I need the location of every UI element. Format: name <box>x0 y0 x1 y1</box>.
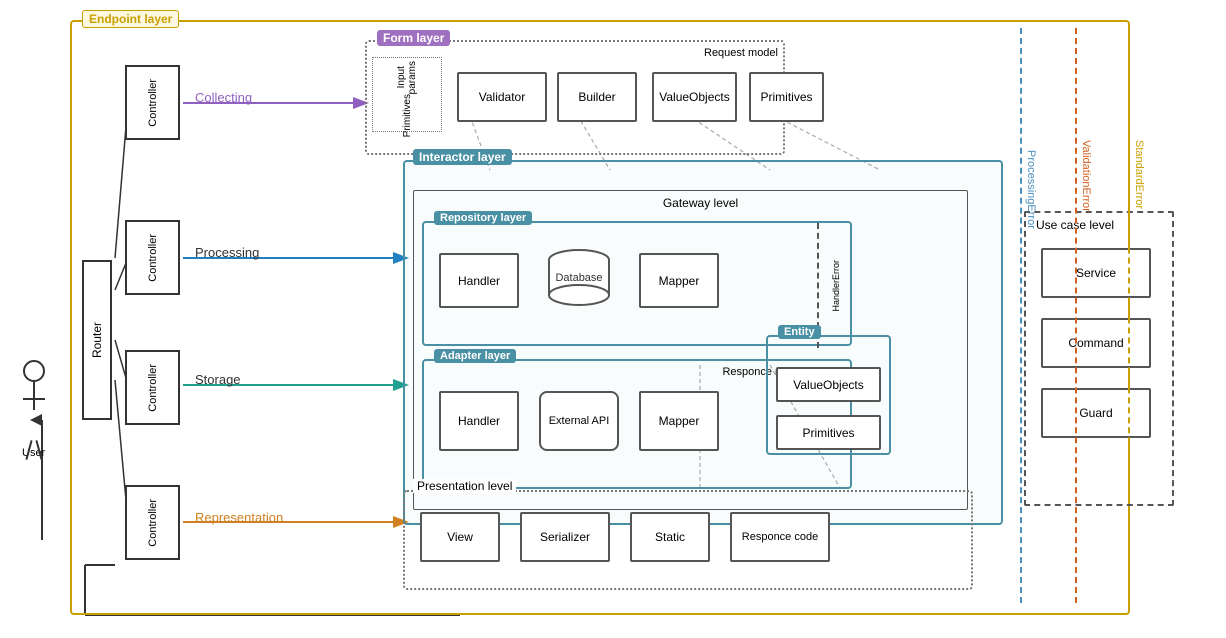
diagram-container: Endpoint layer User Router Controller Co… <box>10 10 1210 625</box>
form-layer: Form layer Input params Primitives Valid… <box>365 40 785 155</box>
mapper-adapter-box: Mapper <box>639 391 719 451</box>
primitives-req-box: Primitives <box>749 72 824 122</box>
validator-box: Validator <box>457 72 547 122</box>
mapper-repo-box: Mapper <box>639 253 719 308</box>
view-box: View <box>420 512 500 562</box>
row-label-representation: Representation <box>195 510 283 525</box>
usecase-level: Use case level Service Command Guard <box>1024 211 1174 506</box>
processing-error-line <box>1020 28 1022 603</box>
interactor-layer-label: Interactor layer <box>413 149 512 165</box>
entity-box: Entity ValueObjects Primitives <box>766 335 891 455</box>
standard-error-label: StandardError <box>1133 140 1145 209</box>
handler-repo-box: Handler <box>439 253 519 308</box>
repo-layer-label: Repository layer <box>434 211 532 225</box>
builder-box: Builder <box>557 72 637 122</box>
handler-error-box: HandlerError <box>817 223 852 348</box>
endpoint-layer-label: Endpoint layer <box>82 10 179 28</box>
svg-text:Database: Database <box>555 272 602 284</box>
database-box: Database <box>544 248 614 313</box>
router-label: Router <box>90 322 104 358</box>
controller-4: Controller <box>125 485 180 560</box>
controller-3: Controller <box>125 350 180 425</box>
processing-error-label: ProcessingError <box>1025 150 1037 229</box>
validation-error-line <box>1075 28 1077 603</box>
row-label-collecting: Collecting <box>195 90 252 105</box>
controller-2-label: Controller <box>147 234 159 282</box>
controller-1-label: Controller <box>147 79 159 127</box>
primitives-entity-box: Primitives <box>776 415 881 450</box>
entity-box-label: Entity <box>778 325 821 339</box>
command-box: Command <box>1041 318 1151 368</box>
valueobjects-form-box: ValueObjects <box>652 72 737 122</box>
row-label-processing: Processing <box>195 245 259 260</box>
service-box: Service <box>1041 248 1151 298</box>
primitives-form-label: Primitives <box>402 94 413 137</box>
router-box: Router <box>82 260 112 420</box>
input-params-label: Input params <box>396 61 418 94</box>
standard-error-line <box>1128 28 1130 603</box>
adapter-layer-label: Adapter layer <box>434 349 516 363</box>
controller-2: Controller <box>125 220 180 295</box>
valueobjects-entity-box: ValueObjects <box>776 367 881 402</box>
gateway-level-label: Gateway level <box>663 196 738 210</box>
controller-4-label: Controller <box>147 499 159 547</box>
presentation-level-label: Presentation level <box>413 479 516 493</box>
interactor-layer: Interactor layer Gateway level Repositor… <box>403 160 1003 525</box>
controller-3-label: Controller <box>147 364 159 412</box>
controller-1: Controller <box>125 65 180 140</box>
presentation-level: Presentation level View Serializer Stati… <box>403 490 973 590</box>
responce-code-box: Responce code <box>730 512 830 562</box>
handler-adapter-box: Handler <box>439 391 519 451</box>
validation-error-label: ValidationError <box>1080 140 1092 212</box>
user-figure: User <box>22 360 45 459</box>
row-label-storage: Storage <box>195 372 241 387</box>
external-api-box: External API <box>539 391 619 451</box>
serializer-box: Serializer <box>520 512 610 562</box>
static-box: Static <box>630 512 710 562</box>
form-layer-label: Form layer <box>377 30 450 46</box>
user-head <box>23 360 45 382</box>
request-model-label: Request model <box>704 47 778 59</box>
guard-box: Guard <box>1041 388 1151 438</box>
